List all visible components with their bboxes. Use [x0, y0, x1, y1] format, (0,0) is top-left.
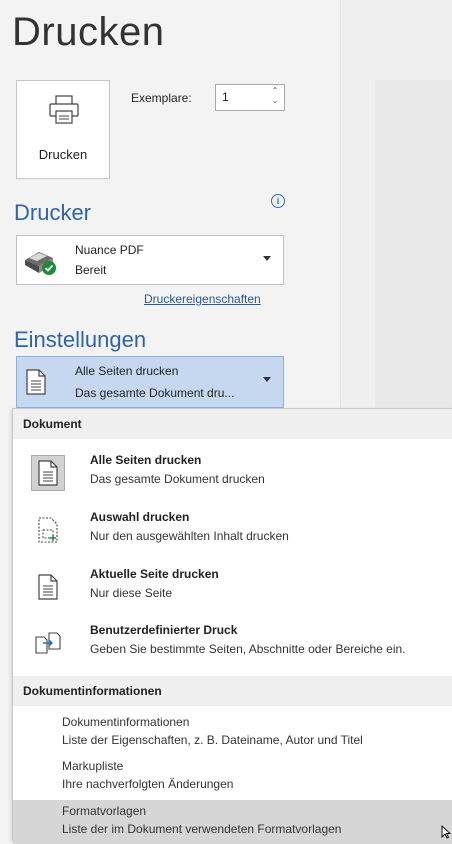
- settings-section-title: Einstellungen: [14, 327, 147, 352]
- menu-group-header: Dokument: [13, 409, 452, 439]
- printer-dropdown[interactable]: Nuance PDF Bereit: [16, 235, 284, 285]
- menu-item-custom-print[interactable]: Benutzerdefinierter Druck Geben Sie best…: [13, 619, 452, 671]
- menu-item-current-page[interactable]: Aktuelle Seite drucken Nur diese Seite: [13, 563, 452, 615]
- preview-page-edge: [375, 80, 452, 410]
- pages-icon: [25, 369, 47, 400]
- dropdown-caret-icon: [263, 256, 271, 261]
- menu-item-all-pages[interactable]: Alle Seiten drucken Das gesamte Dokument…: [13, 449, 452, 501]
- print-range-menu: Dokument Alle Seiten drucken Das gesamte…: [12, 408, 452, 844]
- print-range-title: Alle Seiten drucken: [75, 364, 179, 378]
- info-icon[interactable]: i: [271, 194, 285, 208]
- menu-item-desc: Liste der Eigenschaften, z. B. Dateiname…: [62, 733, 363, 747]
- menu-item-title: Formatvorlagen: [62, 804, 147, 818]
- menu-item-title: Aktuelle Seite drucken: [90, 567, 219, 581]
- printer-section-title: Drucker: [14, 200, 92, 225]
- menu-item-title: Alle Seiten drucken: [90, 453, 202, 467]
- menu-item-desc: Nur den ausgewählten Inhalt drucken: [90, 529, 289, 543]
- pages-icon: [31, 455, 65, 491]
- copies-value: 1: [222, 90, 229, 104]
- page-title: Drucken: [12, 10, 165, 54]
- print-button[interactable]: Drucken: [16, 80, 110, 179]
- print-range-dropdown[interactable]: Alle Seiten drucken Das gesamte Dokument…: [16, 356, 284, 408]
- print-range-desc: Das gesamte Dokument dru...: [75, 386, 235, 400]
- dropdown-caret-icon: [263, 377, 271, 382]
- copies-input[interactable]: 1 ⌃ ⌄: [215, 84, 285, 111]
- menu-item-title: Auswahl drucken: [90, 510, 190, 524]
- spin-up-icon[interactable]: ⌃: [272, 86, 279, 95]
- page-icon: [31, 569, 65, 605]
- menu-item-document-info[interactable]: Dokumentinformationen Liste der Eigensch…: [13, 711, 452, 755]
- menu-item-desc: Ihre nachverfolgten Änderungen: [62, 777, 234, 791]
- copies-label: Exemplare:: [131, 91, 192, 105]
- printer-properties-link[interactable]: Druckereigenschaften: [144, 292, 261, 306]
- menu-item-desc: Nur diese Seite: [90, 586, 173, 600]
- menu-item-title: Dokumentinformationen: [62, 715, 190, 729]
- copies-spinner[interactable]: ⌃ ⌄: [269, 86, 281, 106]
- spin-down-icon[interactable]: ⌄: [272, 96, 279, 105]
- printer-status: Bereit: [75, 263, 107, 277]
- printer-ready-icon: [23, 248, 59, 281]
- menu-item-title: Markupliste: [62, 759, 124, 773]
- print-preview-area: [340, 0, 452, 410]
- menu-group-header: Dokumentinformationen: [13, 676, 452, 706]
- menu-item-styles[interactable]: Formatvorlagen Liste der im Dokument ver…: [13, 800, 452, 844]
- print-button-label: Drucken: [38, 147, 88, 162]
- menu-item-desc: Das gesamte Dokument drucken: [90, 472, 265, 486]
- printer-name: Nuance PDF: [75, 243, 144, 257]
- menu-item-title: Benutzerdefinierter Druck: [90, 623, 238, 637]
- menu-item-desc: Liste der im Dokument verwendeten Format…: [62, 822, 342, 836]
- mouse-cursor-icon: [441, 824, 452, 844]
- printer-icon: [48, 95, 80, 130]
- selection-icon: [31, 512, 65, 548]
- custom-range-icon: [31, 625, 65, 661]
- menu-item-selection[interactable]: Auswahl drucken Nur den ausgewählten Inh…: [13, 506, 452, 558]
- menu-item-desc: Geben Sie bestimmte Seiten, Abschnitte o…: [90, 642, 406, 656]
- menu-item-markup-list[interactable]: Markupliste Ihre nachverfolgten Änderung…: [13, 755, 452, 799]
